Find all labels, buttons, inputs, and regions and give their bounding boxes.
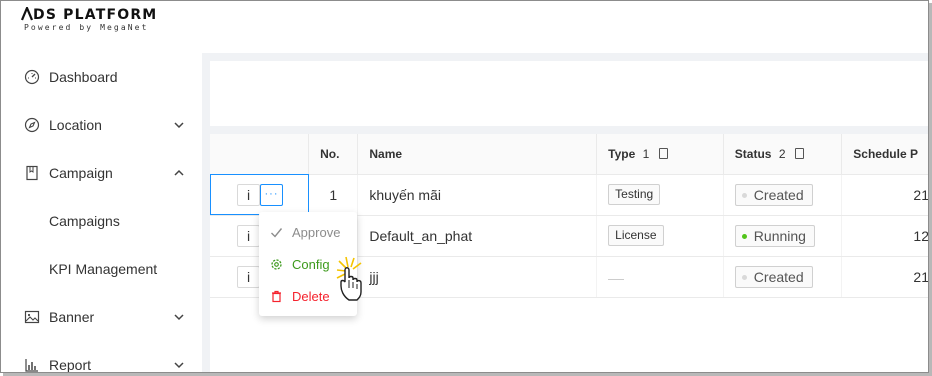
sidebar-item-dashboard[interactable]: Dashboard xyxy=(1,57,202,97)
column-header-status[interactable]: Status 2 xyxy=(723,134,843,175)
hand-cursor-icon xyxy=(336,256,362,301)
sidebar-item-campaign[interactable]: Campaign xyxy=(1,153,202,193)
type-tag: License xyxy=(608,225,664,246)
column-header-name: Name xyxy=(357,134,598,175)
row-actions-cell: i ··· xyxy=(210,174,310,216)
row-schedule: 21 xyxy=(841,256,928,298)
image-icon xyxy=(24,310,40,324)
row-name[interactable]: Default_an_phat xyxy=(357,215,598,257)
info-button[interactable]: i xyxy=(237,265,260,288)
empty-type-placeholder xyxy=(608,279,625,281)
table-header-row: No. Name Type 1 Status 2 Schedule P xyxy=(210,134,928,175)
logo-a-mark-icon xyxy=(21,7,33,21)
gear-icon xyxy=(271,258,282,270)
sidebar-item-campaigns[interactable]: Campaigns xyxy=(1,201,202,241)
info-button[interactable]: i xyxy=(237,183,260,206)
status-label: Created xyxy=(753,268,804,285)
app-window: DS PLATFORM Powered by MegaNet Dashboard… xyxy=(0,0,929,373)
sidebar-item-report[interactable]: Report xyxy=(1,345,202,373)
chevron-down-icon xyxy=(174,122,184,129)
status-dot xyxy=(741,233,747,239)
column-header-status-label: Status xyxy=(734,146,772,161)
status-label: Created xyxy=(753,186,804,203)
chevron-up-icon xyxy=(174,169,184,176)
approve-label: Approve xyxy=(292,224,341,240)
sidebar-item-banner[interactable]: Banner xyxy=(1,297,202,337)
table-row: i ··· 1 khuyến mãi Testing Created 21 xyxy=(210,174,928,216)
sort-order-badge: 2 xyxy=(778,146,786,161)
chevron-down-icon xyxy=(174,314,184,321)
info-button[interactable]: i xyxy=(237,224,260,247)
row-name[interactable]: khuyến mãi xyxy=(357,174,598,216)
status-badge: Created xyxy=(734,183,813,206)
sidebar-item-location[interactable]: Location xyxy=(1,105,202,145)
column-header-type[interactable]: Type 1 xyxy=(596,134,724,175)
sidebar-item-label: Dashboard xyxy=(49,69,118,85)
trash-icon xyxy=(272,290,281,302)
row-name[interactable]: jjj xyxy=(357,256,598,298)
status-dot xyxy=(741,274,747,280)
status-badge: Running xyxy=(734,224,815,247)
sidebar-item-label: Campaign xyxy=(49,165,113,181)
status-label: Running xyxy=(753,227,806,244)
dashboard-icon xyxy=(24,69,40,85)
filter-icon[interactable] xyxy=(658,147,668,159)
filter-icon[interactable] xyxy=(794,147,804,159)
logo-title: DS PLATFORM xyxy=(33,7,158,23)
column-header-type-label: Type xyxy=(608,146,636,161)
sidebar-item-label: Campaigns xyxy=(49,213,120,229)
delete-label: Delete xyxy=(292,288,330,304)
logo: DS PLATFORM Powered by MegaNet xyxy=(21,7,186,39)
logo-subtitle: Powered by MegaNet xyxy=(24,23,149,32)
row-no: 1 xyxy=(308,174,359,216)
row-schedule: 12 xyxy=(841,215,928,257)
status-badge: Created xyxy=(734,265,813,288)
sidebar-item-kpi-management[interactable]: KPI Management xyxy=(1,249,202,289)
bar-chart-icon xyxy=(25,359,38,372)
type-tag: Testing xyxy=(608,184,661,205)
column-header-schedule: Schedule P xyxy=(841,134,928,175)
config-label: Config xyxy=(292,256,330,272)
compass-icon xyxy=(24,117,40,133)
header-bar xyxy=(202,1,928,53)
sidebar-item-label: KPI Management xyxy=(49,261,158,277)
sidebar-item-label: Banner xyxy=(49,309,95,325)
row-schedule: 21 xyxy=(841,174,928,216)
check-icon xyxy=(271,227,283,238)
filter-panel xyxy=(210,61,928,126)
column-header-no: No. xyxy=(308,134,359,175)
sidebar-item-label: Location xyxy=(49,117,102,133)
status-dot xyxy=(741,192,747,198)
book-icon xyxy=(26,165,38,181)
more-actions-button[interactable]: ··· xyxy=(260,183,283,206)
column-header-actions xyxy=(210,134,310,175)
sort-order-badge: 1 xyxy=(642,146,650,161)
chevron-down-icon xyxy=(174,362,184,369)
approve-menu-item[interactable]: Approve xyxy=(259,216,357,248)
sidebar: DS PLATFORM Powered by MegaNet Dashboard… xyxy=(1,1,202,372)
sidebar-item-label: Report xyxy=(49,357,92,373)
